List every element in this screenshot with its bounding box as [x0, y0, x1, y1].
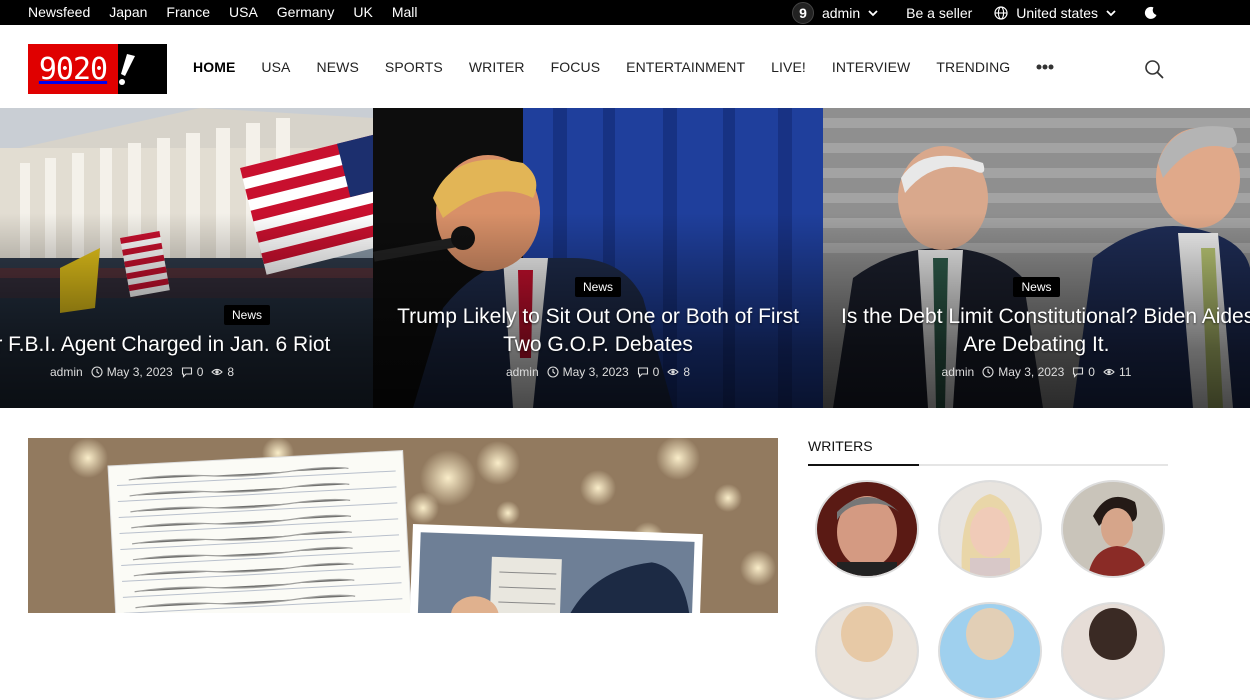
nav-usa[interactable]: USA: [261, 59, 290, 75]
featured-article-image[interactable]: [28, 438, 778, 613]
site-header: 9020 HOME USA NEWS SPORTS WRITER FOCUS E…: [0, 25, 1250, 108]
dark-mode-toggle-icon[interactable]: [1144, 6, 1158, 20]
country-selector[interactable]: United states: [994, 5, 1118, 21]
view-count: 8: [227, 365, 235, 379]
logo-mark: [118, 44, 167, 94]
globe-icon: [994, 5, 1008, 20]
slide-title-line-1[interactable]: Trump Likely to Sit Out One or Both of F…: [373, 303, 823, 331]
slide-meta: admin May 3, 2023 0 8: [373, 365, 823, 379]
date: May 3, 2023: [547, 365, 629, 379]
slide-debt-limit[interactable]: News Is the Debt Limit Constitutional? B…: [823, 108, 1250, 408]
chevron-down-icon: [1106, 9, 1116, 16]
date: May 3, 2023: [91, 365, 173, 379]
date: May 3, 2023: [982, 365, 1064, 379]
comments: 0: [637, 365, 660, 379]
comment-icon: [1073, 367, 1084, 378]
logo-exclaim-icon: [119, 54, 135, 85]
writer-avatar[interactable]: [938, 602, 1042, 700]
search-icon[interactable]: [1144, 59, 1164, 79]
comment-count: 0: [1088, 365, 1095, 379]
top-right: 9 admin Be a seller United states: [791, 0, 1250, 25]
writers-heading: WRITERS: [808, 438, 873, 454]
nav-news[interactable]: NEWS: [317, 59, 359, 75]
date-text: May 3, 2023: [998, 365, 1065, 379]
clock-icon: [982, 366, 994, 378]
author[interactable]: admin: [506, 365, 539, 379]
category-badge[interactable]: News: [574, 277, 621, 297]
writer-avatar[interactable]: [1061, 602, 1165, 700]
nav-sports[interactable]: SPORTS: [385, 59, 443, 75]
nav-writer[interactable]: WRITER: [469, 59, 525, 75]
slide-meta: admin May 3, 2023 0 11: [823, 365, 1250, 379]
comments: 0: [181, 365, 204, 379]
comment-count: 0: [652, 365, 660, 379]
comment-count: 0: [196, 365, 204, 379]
top-links: Newsfeed Japan France USA Germany UK Mal…: [28, 0, 437, 25]
nav-trending[interactable]: TRENDING: [936, 59, 1010, 75]
top-link-mall[interactable]: Mall: [392, 0, 418, 25]
slide-capitol-riot[interactable]: News ner F.B.I. Agent Charged in Jan. 6 …: [0, 108, 373, 408]
eye-icon: [211, 368, 224, 376]
top-link-newsfeed[interactable]: Newsfeed: [28, 0, 90, 25]
slide-title-line-2[interactable]: Are Debating It.: [823, 331, 1250, 359]
be-a-seller-link[interactable]: Be a seller: [906, 5, 972, 21]
slide-title[interactable]: ner F.B.I. Agent Charged in Jan. 6 Riot: [0, 331, 372, 359]
top-link-france[interactable]: France: [166, 0, 210, 25]
view-count: 8: [683, 365, 691, 379]
comment-icon: [181, 367, 192, 378]
views: 8: [211, 365, 234, 379]
writer-avatar[interactable]: [1061, 480, 1165, 578]
slide-caption: News ner F.B.I. Agent Charged in Jan. 6 …: [0, 305, 372, 379]
comments: 0: [1072, 365, 1095, 379]
writers-grid: [808, 466, 1168, 700]
date-text: May 3, 2023: [562, 365, 629, 379]
slide-caption: News Trump Likely to Sit Out One or Both…: [373, 277, 823, 379]
date-text: May 3, 2023: [106, 365, 173, 379]
clock-icon: [547, 366, 559, 378]
slide-trump-debates[interactable]: News Trump Likely to Sit Out One or Both…: [373, 108, 823, 408]
author[interactable]: admin: [50, 365, 83, 379]
nav-interview[interactable]: INTERVIEW: [832, 59, 910, 75]
author[interactable]: admin: [942, 365, 975, 379]
category-badge[interactable]: News: [223, 305, 270, 325]
slide-caption: News Is the Debt Limit Constitutional? B…: [823, 277, 1250, 379]
main-nav: HOME USA NEWS SPORTS WRITER FOCUS ENTERT…: [193, 25, 1054, 108]
views: 8: [667, 365, 690, 379]
writer-avatar[interactable]: [815, 602, 919, 700]
country-label: United states: [1016, 4, 1098, 21]
category-badge[interactable]: News: [1013, 277, 1060, 297]
view-count: 11: [1118, 365, 1132, 379]
clock-icon: [91, 366, 103, 378]
user-name: admin: [821, 4, 861, 21]
nav-live[interactable]: LIVE!: [771, 59, 806, 75]
user-menu[interactable]: 9 admin: [791, 1, 880, 24]
nav-home[interactable]: HOME: [193, 59, 235, 75]
top-link-japan[interactable]: Japan: [109, 0, 147, 25]
slide-title-line-2[interactable]: Two G.O.P. Debates: [373, 331, 823, 359]
chevron-down-icon: [868, 9, 878, 16]
eye-icon: [667, 368, 680, 376]
nav-focus[interactable]: FOCUS: [551, 59, 601, 75]
nav-entertainment[interactable]: ENTERTAINMENT: [626, 59, 745, 75]
avatar: 9: [791, 1, 814, 24]
top-link-uk[interactable]: UK: [353, 0, 372, 25]
top-link-usa[interactable]: USA: [229, 0, 258, 25]
more-menu-icon[interactable]: [1036, 64, 1054, 70]
eye-icon: [1103, 368, 1115, 376]
writer-avatar[interactable]: [938, 480, 1042, 578]
comment-icon: [637, 367, 648, 378]
slide-meta: admin May 3, 2023 0 8: [46, 365, 372, 379]
logo-text: 9020: [28, 44, 118, 94]
top-link-germany[interactable]: Germany: [277, 0, 335, 25]
headline-slider: News ner F.B.I. Agent Charged in Jan. 6 …: [0, 108, 1250, 408]
views: 11: [1103, 365, 1131, 379]
writer-avatar[interactable]: [815, 480, 919, 578]
slide-title-line-1[interactable]: Is the Debt Limit Constitutional? Biden …: [823, 303, 1250, 331]
top-bar: Newsfeed Japan France USA Germany UK Mal…: [0, 0, 1250, 25]
writers-sidebar: WRITERS: [808, 430, 1168, 700]
site-logo[interactable]: 9020: [28, 44, 167, 94]
